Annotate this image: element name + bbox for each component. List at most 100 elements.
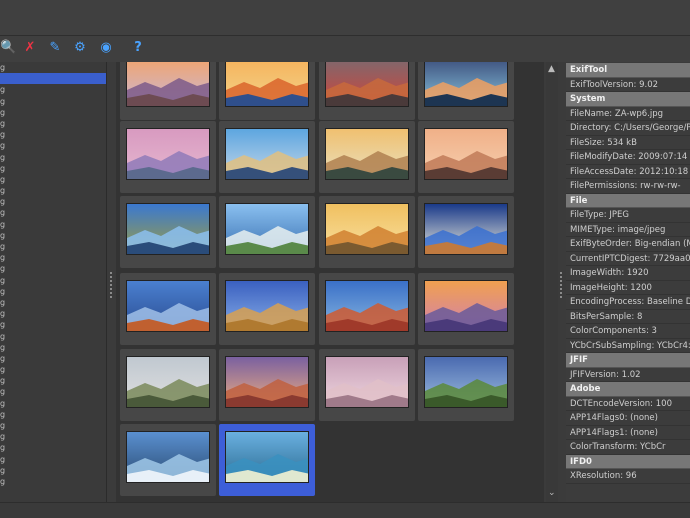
- metadata-group-header[interactable]: ExifTool: [566, 63, 690, 78]
- folder-list-item[interactable]: g: [0, 409, 106, 420]
- folder-list-item[interactable]: g: [0, 140, 106, 151]
- folder-list-item[interactable]: g: [0, 364, 106, 375]
- edit-pen-icon[interactable]: ✎: [47, 40, 63, 56]
- thumbnail-image: [225, 280, 309, 332]
- metadata-group-header[interactable]: System: [566, 92, 690, 107]
- thumbnail-image: [424, 356, 508, 408]
- thumbnail-red-rocks[interactable]: [219, 349, 315, 421]
- folder-list-item[interactable]: g: [0, 185, 106, 196]
- metadata-row: ExifToolVersion: 9.02: [566, 78, 690, 92]
- folder-list-item[interactable]: g: [0, 241, 106, 252]
- thumbnail-canyon-boat[interactable]: [319, 62, 415, 120]
- help-icon[interactable]: ?: [130, 40, 146, 56]
- metadata-row: JFIFVersion: 1.02: [566, 368, 690, 382]
- splitter-grip-right[interactable]: [560, 272, 562, 298]
- folder-list-item[interactable]: g: [0, 353, 106, 364]
- search-image-icon[interactable]: 🔍: [0, 40, 16, 56]
- folder-list-item[interactable]: g: [0, 196, 106, 207]
- metadata-row: ColorTransform: YCbCr: [566, 440, 690, 455]
- thumbnail-elephant[interactable]: [120, 349, 216, 421]
- thumbnail-delicate-arch[interactable]: [319, 273, 415, 345]
- folder-list-item[interactable]: g: [0, 319, 106, 330]
- thumbnail-sunset-lake[interactable]: [219, 62, 315, 120]
- folder-list-item[interactable]: g: [0, 420, 106, 431]
- scroll-down-arrow-icon[interactable]: ⌄: [548, 488, 556, 498]
- folder-list-item[interactable]: g: [0, 398, 106, 409]
- folder-list-item[interactable]: g: [0, 386, 106, 397]
- metadata-row: EncodingProcess: Baseline DC: [566, 295, 690, 310]
- metadata-group-header[interactable]: IFD0: [566, 454, 690, 469]
- folder-list-item[interactable]: g: [0, 375, 106, 386]
- folder-list-item[interactable]: g: [0, 263, 106, 274]
- folder-list-item[interactable]: g: [0, 275, 106, 286]
- metadata-row: YCbCrSubSampling: YCbCr4:4: [566, 339, 690, 353]
- thumbnail-gallery[interactable]: [116, 62, 544, 502]
- folder-list-item[interactable]: g: [0, 230, 106, 241]
- folder-list-item[interactable]: [0, 73, 106, 85]
- folder-list-item[interactable]: g: [0, 454, 106, 465]
- thumbnail-image: [225, 62, 309, 107]
- metadata-row: Directory: C:/Users/George/Pa: [566, 121, 690, 136]
- metadata-row: MIMEType: image/jpeg: [566, 223, 690, 237]
- thumbnail-mountain-lake[interactable]: [418, 62, 514, 120]
- thumbnail-lighthouse[interactable]: [418, 196, 514, 268]
- thumbnail-penguins-coast[interactable]: [120, 424, 216, 496]
- metadata-panel[interactable]: ExifTool ExifToolVersion: 9.02 System FileN…: [566, 63, 690, 502]
- thumbnail-rocky-shore[interactable]: [418, 121, 514, 193]
- scroll-up-arrow-icon[interactable]: ▲: [548, 64, 555, 74]
- folder-list-item[interactable]: g: [0, 442, 106, 453]
- delete-icon[interactable]: ✗: [22, 40, 38, 56]
- metadata-row: FileSize: 534 kB: [566, 136, 690, 150]
- metadata-row: FileAccessDate: 2012:10:18 11:: [566, 165, 690, 179]
- folder-list-item[interactable]: g: [0, 465, 106, 476]
- folder-list-item[interactable]: g: [0, 152, 106, 163]
- folder-list-item[interactable]: g: [0, 431, 106, 442]
- thumbnail-misty-coast[interactable]: [319, 121, 415, 193]
- folder-list-item[interactable]: g: [0, 96, 106, 107]
- thumbnail-penguins-beach[interactable]: [219, 424, 315, 496]
- folder-list-item[interactable]: g: [0, 107, 106, 118]
- folder-list-item[interactable]: g: [0, 163, 106, 174]
- thumbnail-image: [325, 280, 409, 332]
- metadata-row: ColorComponents: 3: [566, 324, 690, 339]
- thumbnail-sunset-rocks[interactable]: [120, 62, 216, 120]
- thumbnail-golden-field[interactable]: [319, 196, 415, 268]
- metadata-row: DCTEncodeVersion: 100: [566, 397, 690, 411]
- folder-list-item[interactable]: g: [0, 297, 106, 308]
- thumbnail-pink-bridge[interactable]: [120, 121, 216, 193]
- folder-list-pane[interactable]: ggggggggggggggggggggggggggggggggggggg: [0, 62, 107, 502]
- folder-list-item[interactable]: g: [0, 62, 106, 73]
- thumbnail-rock-reflection[interactable]: [120, 273, 216, 345]
- folder-list-item[interactable]: g: [0, 207, 106, 218]
- thumbnail-lavender-sunset[interactable]: [418, 273, 514, 345]
- metadata-row: FileModifyDate: 2009:07:14 10: [566, 150, 690, 165]
- thumbnail-tower-bridge[interactable]: [219, 121, 315, 193]
- folder-list-item[interactable]: g: [0, 174, 106, 185]
- folder-list-item[interactable]: g: [0, 476, 106, 487]
- folder-list-item[interactable]: g: [0, 219, 106, 230]
- thumbnail-white-cliffs[interactable]: [219, 196, 315, 268]
- metadata-group-header[interactable]: File: [566, 193, 690, 208]
- thumbnail-green-mountain[interactable]: [418, 349, 514, 421]
- folder-list-item[interactable]: g: [0, 118, 106, 129]
- metadata-row: CurrentIPTCDigest: 7729aa08a: [566, 252, 690, 266]
- settings-gear-icon[interactable]: ⚙: [72, 40, 88, 56]
- thumbnail-hay-bale[interactable]: [219, 273, 315, 345]
- folder-list-item[interactable]: g: [0, 342, 106, 353]
- folder-list-item[interactable]: g: [0, 129, 106, 140]
- thumbnail-blue-sky-arch[interactable]: [120, 196, 216, 268]
- metadata-group-header[interactable]: Adobe: [566, 382, 690, 397]
- globe-icon[interactable]: ◉: [98, 40, 114, 56]
- thumbnail-image: [126, 431, 210, 483]
- folder-list-item[interactable]: g: [0, 308, 106, 319]
- folder-list-item[interactable]: g: [0, 331, 106, 342]
- folder-list-item[interactable]: g: [0, 252, 106, 263]
- splitter-grip-left[interactable]: [110, 272, 112, 298]
- thumbnail-image: [126, 62, 210, 107]
- gallery-scrollbar[interactable]: ▲ ⌄: [546, 62, 558, 502]
- thumbnail-pink-water[interactable]: [319, 349, 415, 421]
- folder-list-item[interactable]: g: [0, 286, 106, 297]
- folder-list-item[interactable]: g: [0, 84, 106, 95]
- metadata-group-header[interactable]: JFIF: [566, 353, 690, 368]
- metadata-row: ImageWidth: 1920: [566, 266, 690, 281]
